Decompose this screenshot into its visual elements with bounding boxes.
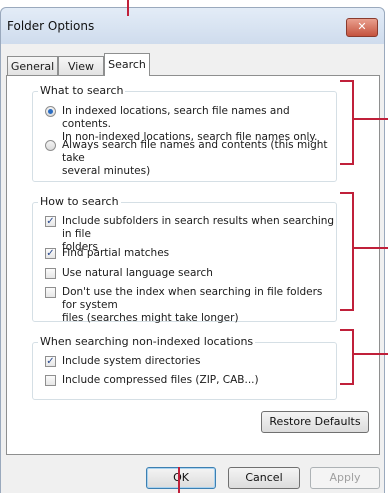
checkbox-option-system-directories[interactable]: ✓ Include system directories: [45, 355, 200, 368]
checkbox-checked[interactable]: ✓: [45, 216, 56, 227]
callout-line-tabs: [127, 0, 129, 16]
checkbox[interactable]: [45, 268, 56, 279]
checkbox[interactable]: [45, 287, 56, 298]
option-label-line2: files (searches might take longer): [62, 312, 239, 324]
callout-bracket-what-to-search: [340, 80, 354, 165]
dialog-body: General View Search What to search In in…: [1, 44, 384, 493]
how-to-search-legend: How to search: [38, 195, 121, 208]
checkbox-checked[interactable]: ✓: [45, 356, 56, 367]
option-label: Include system directories: [62, 355, 201, 367]
what-to-search-group: What to search In indexed locations, sea…: [32, 84, 337, 182]
close-button[interactable]: ✕: [346, 18, 378, 37]
callout-line-ok: [178, 467, 180, 493]
close-icon: ✕: [357, 20, 367, 33]
callout-bracket-non-indexed: [340, 329, 354, 385]
tab-view[interactable]: View: [58, 56, 104, 75]
folder-options-window: Folder Options ✕ General View Search Wha…: [0, 7, 385, 493]
cancel-button[interactable]: Cancel: [228, 467, 300, 489]
non-indexed-group: When searching non-indexed locations ✓ I…: [32, 335, 337, 400]
callout-bracket-how-to-search: [340, 192, 354, 311]
radio-option-always[interactable]: Always search file names and contents (t…: [45, 139, 336, 178]
checkbox-checked[interactable]: ✓: [45, 248, 56, 259]
search-tab-panel: What to search In indexed locations, sea…: [6, 75, 380, 455]
option-label: In indexed locations, search file names …: [62, 105, 290, 130]
tab-general[interactable]: General: [7, 56, 58, 75]
checkbox-option-partial-matches[interactable]: ✓ Find partial matches: [45, 247, 169, 260]
option-label: Always search file names and contents (t…: [62, 139, 328, 164]
ok-button[interactable]: OK: [146, 467, 216, 489]
what-to-search-legend: What to search: [38, 84, 126, 97]
checkbox[interactable]: [45, 375, 56, 386]
checkbox-option-natural-language[interactable]: Use natural language search: [45, 267, 213, 280]
radio-button[interactable]: [45, 140, 56, 151]
title-bar[interactable]: Folder Options ✕: [1, 8, 384, 44]
callout-line-what-to-search: [352, 118, 388, 120]
option-label: Use natural language search: [62, 267, 213, 279]
option-label: Find partial matches: [62, 247, 170, 259]
tab-search[interactable]: Search: [104, 53, 150, 76]
how-to-search-group: How to search ✓ Include subfolders in se…: [32, 195, 337, 325]
option-label-line2: several minutes): [62, 165, 151, 177]
apply-button[interactable]: Apply: [310, 467, 380, 489]
option-label: Include subfolders in search results whe…: [62, 215, 335, 240]
radio-button-selected[interactable]: [45, 106, 56, 117]
option-label: Don't use the index when searching in fi…: [62, 286, 323, 311]
callout-line-non-indexed: [352, 353, 388, 355]
option-label: Include compressed files (ZIP, CAB...): [62, 374, 259, 386]
non-indexed-legend: When searching non-indexed locations: [38, 335, 256, 348]
restore-defaults-button[interactable]: Restore Defaults: [261, 411, 369, 433]
window-title: Folder Options: [7, 19, 95, 33]
callout-line-how-to-search: [352, 247, 388, 249]
checkbox-option-dont-use-index[interactable]: Don't use the index when searching in fi…: [45, 286, 336, 325]
checkbox-option-compressed-files[interactable]: Include compressed files (ZIP, CAB...): [45, 374, 259, 387]
